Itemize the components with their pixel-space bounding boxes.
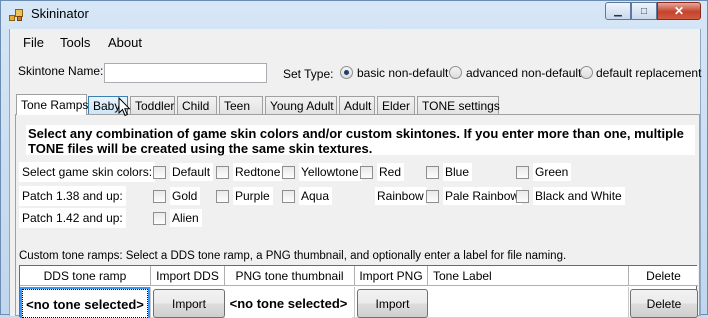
info-text: Select any combination of game skin colo…	[26, 125, 695, 156]
col-png-tone-thumbnail: PNG tone thumbnail	[225, 266, 355, 286]
close-icon: ✕	[673, 4, 685, 18]
tab-toddler[interactable]: Toddler	[130, 96, 175, 114]
tab-tone-settings[interactable]: TONE settings	[417, 96, 500, 114]
skintone-name-label: Skintone Name:	[18, 64, 104, 78]
patch142-label: Patch 1.42 and up:	[19, 208, 126, 228]
checkbox-purple-label: Purple	[233, 187, 273, 205]
checkbox-default[interactable]	[153, 166, 166, 179]
dds-tone-value: <no tone selected>	[22, 289, 148, 318]
checkbox-yellowtone[interactable]	[282, 166, 295, 179]
tab-tone-ramps[interactable]: Tone Ramps	[16, 94, 88, 115]
checkbox-rainbow-label: Rainbow	[375, 187, 427, 205]
maximize-button[interactable]: □	[631, 2, 657, 20]
tab-teen[interactable]: Teen	[219, 96, 263, 114]
checkbox-gold[interactable]	[153, 190, 166, 203]
png-tone-cell[interactable]: <no tone selected>	[225, 287, 355, 318]
checkbox-yellowtone-label: Yellowtone	[299, 163, 362, 181]
checkbox-alien[interactable]	[153, 212, 166, 225]
radio-basic-non-default-label: basic non-default	[357, 66, 449, 80]
patch138-label: Patch 1.38 and up:	[19, 186, 126, 206]
client-area: File Tools About Skintone Name: Set Type…	[9, 29, 702, 318]
checkbox-green-label: Green	[533, 163, 572, 181]
checkbox-alien-label: Alien	[170, 209, 202, 227]
menu-tools[interactable]: Tools	[60, 35, 90, 50]
caption-buttons: ▁ □ ✕	[605, 2, 701, 20]
checkbox-blue[interactable]	[426, 166, 439, 179]
tone-ramps-grid: DDS tone ramp Import DDS PNG tone thumbn…	[19, 265, 698, 318]
checkbox-aqua[interactable]	[282, 190, 295, 203]
tab-adult[interactable]: Adult	[339, 96, 375, 114]
checkbox-red[interactable]	[360, 166, 373, 179]
checkbox-gold-label: Gold	[170, 187, 201, 205]
checkbox-green[interactable]	[516, 166, 529, 179]
menu-file[interactable]: File	[23, 35, 44, 50]
tab-page-tone-ramps: Select any combination of game skin colo…	[15, 114, 700, 318]
radio-advanced-non-default-label: advanced non-default	[466, 66, 582, 80]
maximize-icon: □	[640, 5, 648, 17]
radio-default-replacement[interactable]	[580, 66, 593, 79]
col-import-dds: Import DDS	[151, 266, 225, 286]
title-bar: Skininator ▁ □ ✕	[1, 1, 707, 28]
col-dds-tone-ramp: DDS tone ramp	[20, 266, 151, 286]
import-png-button[interactable]: Import	[357, 289, 428, 318]
import-dds-button[interactable]: Import	[153, 289, 225, 318]
radio-advanced-non-default[interactable]	[449, 66, 462, 79]
skintone-name-input[interactable]	[104, 63, 267, 83]
app-icon	[9, 7, 25, 23]
col-tone-label: Tone Label	[428, 266, 629, 286]
checkbox-redtone-label: Redtone	[233, 163, 284, 181]
radio-basic-non-default[interactable]	[340, 66, 353, 79]
checkbox-aqua-label: Aqua	[299, 187, 333, 205]
minimize-icon: ▁	[614, 5, 622, 17]
col-import-png: Import PNG	[355, 266, 428, 286]
menu-bar: File Tools About	[10, 29, 700, 55]
checkbox-purple[interactable]	[216, 190, 229, 203]
menu-about[interactable]: About	[108, 35, 142, 50]
checkbox-default-label: Default	[170, 163, 214, 181]
checkbox-red-label: Red	[377, 163, 405, 181]
col-delete: Delete	[629, 266, 698, 286]
checkbox-redtone[interactable]	[216, 166, 229, 179]
main-window: Skininator ▁ □ ✕ File Tools About Skinto…	[0, 0, 708, 318]
checkbox-pale-rainbow[interactable]	[516, 190, 529, 203]
checkbox-rainbow[interactable]	[426, 190, 439, 203]
radio-default-replacement-label: default replacement	[596, 66, 702, 80]
tone-label-cell[interactable]	[428, 287, 629, 318]
checkbox-black-and-white-label: Black and White	[533, 187, 625, 205]
window-title: Skininator	[31, 6, 89, 21]
minimize-button[interactable]: ▁	[605, 2, 631, 20]
tab-child[interactable]: Child	[177, 96, 217, 114]
set-type-label: Set Type:	[283, 67, 334, 81]
custom-tone-ramps-label: Custom tone ramps: Select a DDS tone ram…	[19, 250, 567, 262]
checkbox-pale-rainbow-label: Pale Rainbow	[443, 187, 523, 205]
dds-tone-cell[interactable]: <no tone selected>	[20, 287, 151, 318]
checkbox-blue-label: Blue	[443, 163, 473, 181]
tab-young-adult[interactable]: Young Adult	[265, 96, 337, 114]
png-tone-value: <no tone selected>	[225, 287, 352, 318]
close-button[interactable]: ✕	[657, 2, 701, 20]
mouse-cursor-icon	[118, 97, 131, 117]
game-colors-label: Select game skin colors:	[19, 162, 156, 182]
delete-button[interactable]: Delete	[630, 289, 698, 318]
tab-elder[interactable]: Elder	[377, 96, 415, 114]
